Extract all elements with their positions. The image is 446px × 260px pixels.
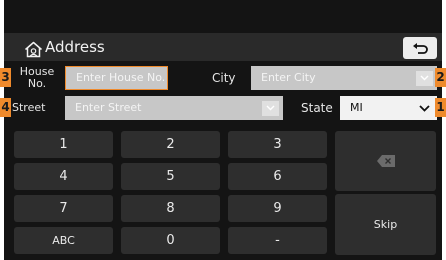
key-dash[interactable]: -: [228, 227, 327, 254]
street-dropdown-button[interactable]: [262, 101, 279, 116]
chevron-down-icon: [420, 75, 429, 81]
key-7[interactable]: 7: [14, 195, 113, 222]
city-placeholder: Enter City: [261, 71, 316, 84]
key-9[interactable]: 9: [228, 195, 327, 222]
key-1[interactable]: 1: [14, 131, 113, 158]
numeric-keypad: 1 2 3 4 5 6 7 8 9 ABC 0 - Skip: [14, 131, 436, 257]
callout-4: 4: [0, 98, 11, 117]
backspace-icon: [377, 155, 395, 167]
state-label: State: [301, 101, 333, 115]
home-icon: [25, 41, 42, 58]
back-arrow-icon: [413, 43, 428, 54]
city-label: City: [212, 71, 236, 85]
backspace-key[interactable]: [335, 131, 436, 191]
house-no-input[interactable]: Enter House No.: [65, 66, 168, 90]
city-input[interactable]: Enter City: [251, 66, 437, 90]
back-button[interactable]: [403, 37, 437, 59]
city-dropdown-button[interactable]: [416, 71, 433, 86]
callout-1: 1: [435, 98, 446, 117]
key-abc[interactable]: ABC: [14, 227, 113, 254]
key-5[interactable]: 5: [121, 163, 220, 190]
page-title: Address: [45, 38, 105, 56]
chevron-down-icon: [419, 105, 430, 112]
key-3[interactable]: 3: [228, 131, 327, 158]
house-no-label: House No.: [12, 66, 62, 90]
callout-2: 2: [435, 68, 446, 87]
key-4[interactable]: 4: [14, 163, 113, 190]
state-value: MI: [350, 101, 363, 114]
street-placeholder: Enter Street: [75, 101, 142, 114]
screen: Address House No. Enter House No. City E…: [0, 0, 446, 260]
address-panel: Address House No. Enter House No. City E…: [4, 0, 442, 260]
chevron-down-icon: [266, 105, 275, 111]
state-select[interactable]: MI: [340, 96, 437, 120]
house-no-label-line2: No.: [27, 77, 47, 90]
street-label: Street: [12, 101, 46, 114]
key-8[interactable]: 8: [121, 195, 220, 222]
house-no-placeholder: Enter House No.: [76, 71, 166, 84]
skip-key[interactable]: Skip: [335, 194, 436, 255]
callout-3: 3: [0, 68, 11, 87]
key-0[interactable]: 0: [121, 227, 220, 254]
key-6[interactable]: 6: [228, 163, 327, 190]
street-input[interactable]: Enter Street: [65, 96, 283, 120]
key-2[interactable]: 2: [121, 131, 220, 158]
